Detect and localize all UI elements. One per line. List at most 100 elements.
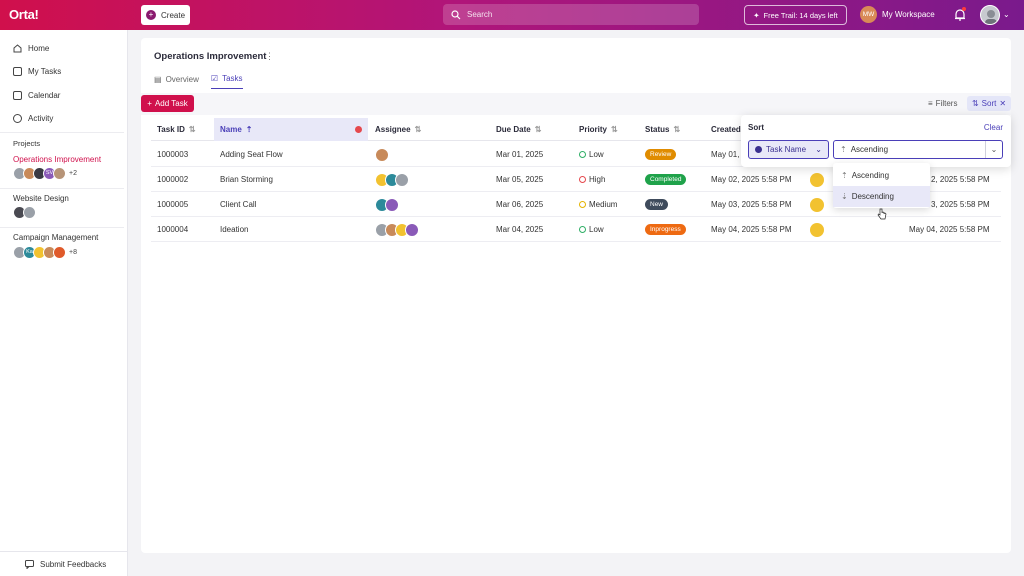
- priority[interactable]: Low: [579, 217, 604, 242]
- priority[interactable]: High: [579, 167, 605, 192]
- status[interactable]: New: [645, 192, 669, 217]
- column-status[interactable]: Status ⇅: [645, 118, 705, 141]
- status[interactable]: Inprogress: [645, 217, 686, 242]
- activity-icon: [13, 114, 22, 123]
- submit-feedback-button[interactable]: Submit Feedbacks: [0, 551, 128, 576]
- priority[interactable]: Medium: [579, 192, 617, 217]
- column-label: Status: [645, 125, 670, 134]
- sort-order-select[interactable]: ⇡ Ascending ⌄: [833, 140, 1003, 159]
- sort-field-select[interactable]: Task Name ⌄: [748, 140, 829, 159]
- more-members-count: +2: [69, 170, 77, 177]
- project-members: [13, 206, 36, 219]
- column-label: Priority: [579, 125, 608, 134]
- document-icon: ▤: [154, 74, 162, 84]
- sidebar-project-website-design[interactable]: Website Design: [0, 190, 124, 226]
- due-date: Mar 04, 2025: [496, 225, 544, 234]
- priority-label: Medium: [589, 200, 618, 209]
- user-avatar[interactable]: [980, 5, 1000, 25]
- task-id: 1000002: [157, 175, 189, 184]
- free-trial-button[interactable]: ✦ Free Trail: 14 days left: [744, 5, 847, 25]
- created-date: May 01,: [711, 150, 740, 159]
- sort-icon: ⇅: [188, 125, 196, 134]
- priority-low-icon: [579, 151, 586, 158]
- task-name[interactable]: Ideation: [220, 217, 248, 242]
- remove-sort-icon[interactable]: [355, 126, 362, 133]
- chevron-down-icon[interactable]: ⌄: [985, 141, 1002, 158]
- workspace-avatar: MW: [860, 6, 877, 23]
- project-name: Operations Improvement: [13, 155, 102, 164]
- sort-ascending-icon: ⇡: [841, 171, 848, 180]
- priority[interactable]: Low: [579, 142, 604, 167]
- sort-icon: ⇅: [611, 125, 618, 134]
- tab-tasks[interactable]: ☑ Tasks: [210, 74, 243, 89]
- column-name[interactable]: Name ⇡: [214, 118, 368, 141]
- sidebar-item-my-tasks[interactable]: My Tasks: [13, 67, 61, 76]
- sidebar-item-label: Home: [28, 44, 50, 53]
- sort-popover-title: Sort: [748, 123, 764, 132]
- clear-sort-link[interactable]: Clear: [984, 123, 1003, 132]
- tab-overview[interactable]: ▤ Overview: [154, 74, 199, 89]
- plus-icon: +: [147, 99, 152, 108]
- plus-icon: +: [146, 10, 156, 20]
- assignees[interactable]: [375, 217, 419, 242]
- status[interactable]: Review: [645, 142, 677, 167]
- status[interactable]: Completed: [645, 167, 687, 192]
- due-date: Mar 06, 2025: [496, 200, 544, 209]
- sidebar-item-home[interactable]: Home: [13, 44, 49, 53]
- sort-icon: ⇅: [414, 125, 422, 134]
- avatar: [375, 147, 389, 162]
- filters-label: Filters: [935, 99, 958, 108]
- creator: [810, 192, 824, 217]
- assignees[interactable]: [375, 167, 409, 192]
- avatar: [53, 246, 66, 259]
- sidebar-item-calendar[interactable]: Calendar: [13, 91, 60, 100]
- sidebar-project-campaign-management[interactable]: Campaign Management Ka +8: [0, 229, 124, 267]
- creator: [810, 217, 824, 242]
- sidebar-item-label: My Tasks: [28, 67, 62, 76]
- workspace-label: My Workspace: [882, 10, 935, 19]
- column-due-date[interactable]: Due Date ⇅: [496, 118, 576, 141]
- column-label: Due Date: [496, 125, 531, 134]
- sort-button[interactable]: ⇅ Sort ✕: [967, 96, 1011, 111]
- priority-label: High: [589, 175, 606, 184]
- task-id: 1000004: [157, 225, 189, 234]
- task-id: 1000003: [157, 150, 189, 159]
- task-id: 1000005: [157, 200, 189, 209]
- workspace-switcher[interactable]: MW My Workspace: [860, 6, 935, 23]
- search-input[interactable]: Search: [443, 4, 699, 25]
- add-task-button[interactable]: + Add Task: [141, 95, 194, 112]
- divider: [0, 132, 124, 133]
- home-icon: [13, 44, 22, 53]
- feedback-label: Submit Feedbacks: [40, 559, 107, 569]
- column-assignee[interactable]: Assignee ⇅: [375, 118, 455, 141]
- task-name[interactable]: Brian Storming: [220, 167, 273, 192]
- created-date: May 02, 2025 5:58 PM: [711, 175, 792, 184]
- option-ascending[interactable]: ⇡ Ascending: [833, 165, 930, 186]
- sidebar-project-operations-improvement[interactable]: Operations Improvement SV +2: [0, 150, 124, 188]
- filters-button[interactable]: ≡ Filters: [928, 99, 957, 108]
- avatar: [810, 197, 824, 212]
- column-priority[interactable]: Priority ⇅: [579, 118, 639, 141]
- updated-date: 2, 2025 5:58 PM: [931, 175, 990, 184]
- project-members: Ka +8: [13, 246, 77, 259]
- create-button[interactable]: + Create: [141, 5, 190, 25]
- more-options-icon[interactable]: ⋮: [265, 51, 274, 62]
- avatar: [810, 172, 824, 187]
- option-descending[interactable]: ⇣ Descending: [833, 186, 930, 207]
- sort-order-value: Ascending: [850, 145, 889, 154]
- chevron-down-icon[interactable]: ⌄: [1003, 10, 1010, 19]
- column-label: Task ID: [157, 125, 185, 134]
- sidebar-item-activity[interactable]: Activity: [13, 114, 53, 123]
- column-task-id[interactable]: Task ID ⇅: [157, 118, 217, 141]
- priority-high-icon: [579, 176, 586, 183]
- assignees[interactable]: [375, 142, 389, 167]
- table-row[interactable]: 1000004 Ideation Mar 04, 2025 Low Inprog…: [151, 217, 1001, 242]
- task-name[interactable]: Client Call: [220, 192, 256, 217]
- app-logo[interactable]: Orta!: [9, 7, 39, 22]
- avatar: [395, 172, 409, 187]
- task-name[interactable]: Adding Seat Flow: [220, 142, 283, 167]
- feedback-icon: [25, 559, 34, 569]
- avatar: [810, 222, 824, 237]
- assignees[interactable]: [375, 192, 399, 217]
- close-icon[interactable]: ✕: [999, 99, 1006, 108]
